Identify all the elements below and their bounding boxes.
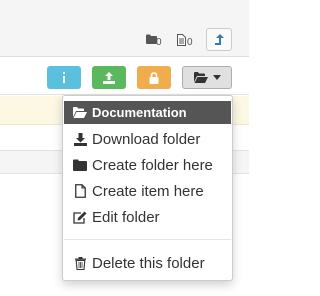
create-folder-item[interactable]: Create folder here: [63, 153, 232, 177]
level-up-button[interactable]: [206, 28, 232, 51]
info-icon: [63, 72, 65, 83]
download-icon: [73, 131, 87, 147]
folder-dropdown-menu: Documentation Download folder Create fol…: [62, 95, 233, 281]
edit-folder-item[interactable]: Edit folder: [63, 205, 232, 229]
create-folder-label: Create folder here: [92, 156, 213, 174]
folder-open-icon: [193, 72, 208, 83]
upload-button[interactable]: [92, 66, 126, 89]
menu-divider: [64, 239, 231, 240]
info-button[interactable]: [47, 66, 81, 89]
create-item-item[interactable]: Create item here: [63, 179, 232, 203]
caret-down-icon: [212, 75, 221, 80]
lock-icon: [149, 71, 159, 84]
edit-icon: [73, 209, 87, 225]
file-icon: [73, 183, 87, 199]
download-folder-item[interactable]: Download folder: [63, 127, 232, 151]
folder-icon: [73, 157, 87, 173]
menu-header-title: Documentation: [92, 105, 187, 120]
delete-folder-label: Delete this folder: [92, 254, 205, 272]
delete-folder-item[interactable]: Delete this folder: [63, 251, 232, 275]
file-count: 0: [187, 37, 193, 48]
lock-button[interactable]: [137, 66, 171, 89]
folder-count: 0: [156, 37, 162, 48]
folder-open-icon: [73, 107, 87, 118]
edit-folder-label: Edit folder: [92, 208, 160, 226]
file-icon: [177, 34, 186, 46]
download-folder-label: Download folder: [92, 130, 201, 148]
create-item-label: Create item here: [92, 182, 204, 200]
folder-menu-toggle[interactable]: [182, 66, 232, 89]
upload-icon: [103, 71, 115, 84]
menu-header: Documentation: [64, 101, 231, 124]
trash-icon: [73, 255, 87, 271]
level-up-icon: [215, 34, 224, 45]
